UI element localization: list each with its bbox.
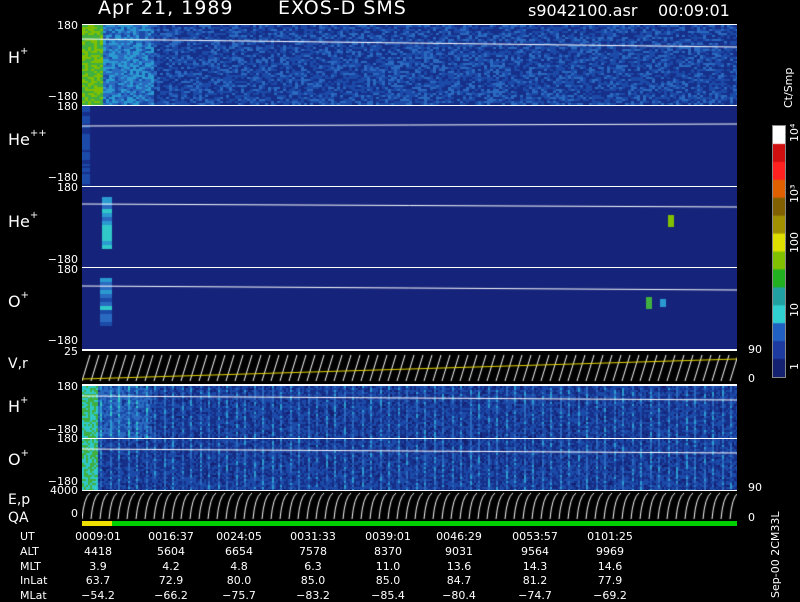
table-cell: 9969 (596, 545, 624, 558)
table-cell: −85.4 (371, 589, 405, 602)
colorbar-unit: Ct/Smp (782, 67, 795, 108)
table-cell: 5604 (157, 545, 185, 558)
table-cell: 84.7 (446, 574, 472, 587)
file-name: s9042100.asr (528, 1, 638, 20)
table-cell: 14.3 (522, 560, 548, 573)
label-he-plusplus: He++ (8, 128, 47, 149)
table-cell: 4.8 (230, 560, 248, 573)
vr-panel (82, 350, 737, 385)
table-cell: 80.0 (226, 574, 252, 587)
table-cell: 4.2 (162, 560, 180, 573)
spectrogram-lower-o-plus (82, 438, 737, 491)
colorbar-tick: 100 (788, 232, 800, 253)
table-cell: 8370 (374, 545, 402, 558)
table-cell: 4418 (84, 545, 112, 558)
plot-date: Apr 21, 1989 (98, 0, 234, 19)
spectrogram-h-plus (82, 24, 737, 106)
table-cell: −54.2 (81, 589, 115, 602)
table-cell: 85.0 (375, 574, 401, 587)
spectrogram-o-plus (82, 267, 737, 350)
table-cell: 0024:05 (216, 530, 262, 543)
qa-bar (82, 521, 737, 526)
right-tick-bottom: 0 (748, 511, 755, 524)
table-cell: 6654 (225, 545, 253, 558)
tick-top: 180 (57, 263, 78, 276)
table-cell: 6.3 (304, 560, 322, 573)
row-label-ut: UT (20, 530, 35, 543)
table-cell: −80.4 (442, 589, 476, 602)
table-cell: 7578 (299, 545, 327, 558)
right-tick-bottom: 0 (748, 372, 755, 385)
row-label-mlat: MLat (20, 589, 47, 602)
table-cell: 0046:29 (436, 530, 482, 543)
label-ep: E,p (8, 492, 31, 508)
spectrogram-lower-h-plus (82, 385, 737, 439)
colorbar-tick: 10³ (788, 184, 800, 203)
start-time: 00:09:01 (658, 1, 730, 20)
label-lower-o-plus: O+ (8, 448, 29, 469)
table-cell: 72.9 (158, 574, 184, 587)
instrument-title: EXOS-D SMS (278, 0, 407, 19)
tick-top: 180 (57, 100, 78, 113)
table-cell: 0031:33 (290, 530, 336, 543)
table-cell: 77.9 (597, 574, 623, 587)
table-cell: −83.2 (296, 589, 330, 602)
table-cell: 0053:57 (512, 530, 558, 543)
table-cell: 85.0 (300, 574, 326, 587)
tick-top: 180 (57, 19, 78, 32)
tick-top: 180 (57, 432, 78, 445)
table-cell: −69.2 (593, 589, 627, 602)
label-he-plus: He+ (8, 210, 39, 231)
ep-panel (82, 490, 737, 522)
table-cell: 0016:37 (148, 530, 194, 543)
label-o-plus: O+ (8, 290, 29, 311)
table-cell: 9564 (521, 545, 549, 558)
label-h-plus: H+ (8, 46, 29, 67)
table-cell: 0101:25 (587, 530, 633, 543)
table-cell: 11.0 (375, 560, 401, 573)
table-cell: 0009:01 (75, 530, 121, 543)
right-tick-top: 90 (748, 481, 762, 494)
spectrogram-he-plusplus (82, 105, 737, 187)
row-label-inlat: InLat (20, 574, 48, 587)
tick-top: 25 (64, 345, 78, 358)
tick-bottom: 0 (71, 507, 78, 520)
table-cell: 81.2 (522, 574, 548, 587)
table-cell: −74.7 (518, 589, 552, 602)
tick-top: 180 (57, 181, 78, 194)
spectrogram-he-plus (82, 186, 737, 268)
table-cell: 9031 (445, 545, 473, 558)
label-lower-h-plus: H+ (8, 395, 29, 416)
row-label-mlt: MLT (20, 560, 41, 573)
qa-bar-marker (82, 521, 112, 526)
table-cell: 13.6 (446, 560, 472, 573)
table-cell: 63.7 (85, 574, 111, 587)
right-tick-top: 90 (748, 343, 762, 356)
table-cell: 14.6 (597, 560, 623, 573)
label-vr: V,r (8, 356, 28, 372)
colorbar-tick: 1 (788, 363, 800, 370)
side-note: Sep-00 2CM33L (769, 511, 782, 599)
tick-top: 4000 (50, 484, 78, 497)
row-label-alt: ALT (20, 545, 39, 558)
colorbar-tick: 10 (788, 303, 800, 317)
colorbar-tick: 10⁴ (788, 123, 800, 142)
table-cell: 0039:01 (365, 530, 411, 543)
table-cell: −75.7 (222, 589, 256, 602)
tick-top: 180 (57, 380, 78, 393)
table-cell: −66.2 (154, 589, 188, 602)
label-qa: QA (8, 510, 29, 526)
colorbar (772, 125, 786, 378)
table-cell: 3.9 (89, 560, 107, 573)
